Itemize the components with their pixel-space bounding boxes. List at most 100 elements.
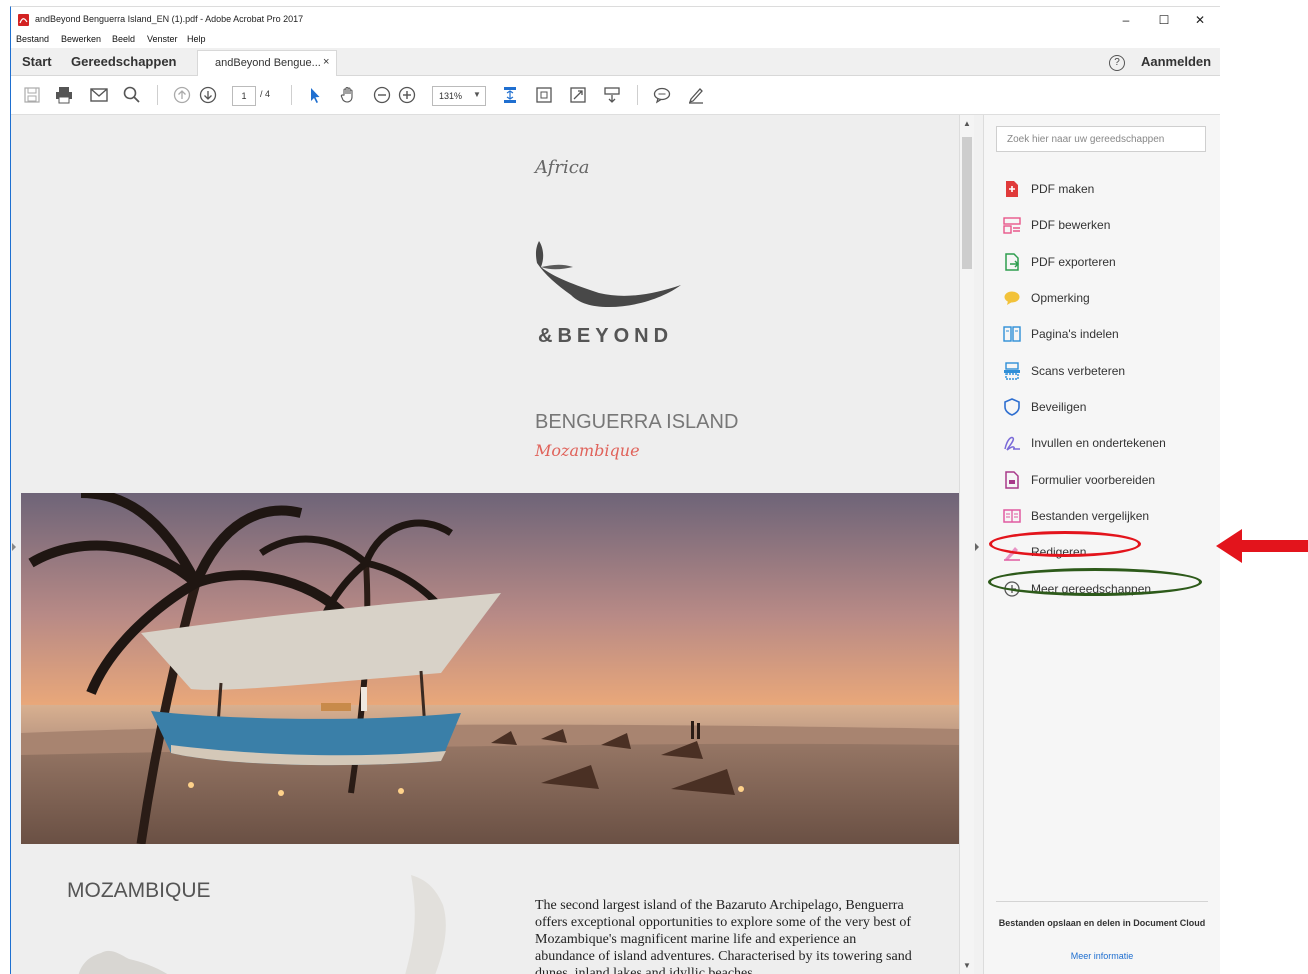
organize-pages-icon <box>1003 326 1021 342</box>
pdf-edit-icon <box>1003 217 1021 234</box>
menu-file[interactable]: Bestand <box>16 34 49 44</box>
tab-tools[interactable]: Gereedschappen <box>71 54 177 69</box>
andbeyond-wordmark: &BEYOND <box>538 325 674 347</box>
read-mode-icon[interactable] <box>602 85 622 105</box>
chevron-down-icon: ▼ <box>473 90 481 99</box>
tools-search-input[interactable]: Zoek hier naar uw gereedschappen <box>996 126 1206 152</box>
menu-view[interactable]: Beeld <box>112 34 135 44</box>
fill-sign-icon <box>1004 436 1020 451</box>
scroll-mode-icon[interactable] <box>500 85 520 105</box>
toolbar-divider <box>291 85 292 105</box>
compare-icon <box>1003 509 1021 523</box>
left-pane-toggle-icon[interactable] <box>12 543 16 551</box>
doc-subheading: Mozambique <box>535 441 640 460</box>
menu-help[interactable]: Help <box>187 34 206 44</box>
menu-edit[interactable]: Bewerken <box>61 34 101 44</box>
beach-dhow-photo <box>21 493 959 844</box>
fullscreen-icon[interactable] <box>568 85 588 105</box>
tool-compare-files[interactable]: Bestanden vergelijken <box>1003 505 1208 527</box>
email-icon[interactable] <box>89 85 109 105</box>
select-cursor-icon[interactable] <box>305 85 325 105</box>
more-info-link[interactable]: Meer informatie <box>996 951 1208 961</box>
tool-enhance-scans[interactable]: Scans verbeteren <box>1003 360 1208 382</box>
shield-icon <box>1004 398 1020 416</box>
page-number-input[interactable]: 1 <box>232 86 256 106</box>
toolbar-divider <box>637 85 638 105</box>
tool-label: PDF maken <box>1031 182 1095 196</box>
tool-create-pdf[interactable]: PDF maken <box>1003 178 1208 200</box>
tool-label: Invullen en ondertekenen <box>1031 436 1166 450</box>
tool-comment[interactable]: Opmerking <box>1003 287 1208 309</box>
highlight-pen-icon[interactable] <box>686 85 706 105</box>
save-icon[interactable] <box>22 85 42 105</box>
signin-button[interactable]: Aanmelden <box>1141 54 1211 69</box>
tool-label: Opmerking <box>1031 291 1090 305</box>
close-button[interactable]: ✕ <box>1183 9 1217 31</box>
doc-region-label: Africa <box>535 157 590 178</box>
andbeyond-bird-logo <box>535 241 681 307</box>
tool-export-pdf[interactable]: PDF exporteren <box>1003 251 1208 273</box>
enhance-scan-icon <box>1004 362 1020 380</box>
tool-edit-pdf[interactable]: PDF bewerken <box>1003 214 1208 236</box>
annotation-red-arrow <box>1216 529 1308 563</box>
zoom-out-icon[interactable] <box>372 85 392 105</box>
fit-page-icon[interactable] <box>534 85 554 105</box>
menu-bar: Bestand Bewerken Beeld Venster Help <box>11 33 1220 48</box>
scroll-down-icon[interactable]: ▼ <box>963 961 971 970</box>
print-icon[interactable] <box>54 85 74 105</box>
doc-heading: BENGUERRA ISLAND <box>535 411 739 433</box>
tool-label: Formulier voorbereiden <box>1031 473 1156 487</box>
scroll-up-icon[interactable]: ▲ <box>963 119 971 128</box>
acrobat-window: andBeyond Benguerra Island_EN (1).pdf - … <box>10 6 1220 974</box>
maximize-button[interactable]: ☐ <box>1147 9 1181 31</box>
tool-label: Scans verbeteren <box>1031 364 1126 378</box>
window-title: andBeyond Benguerra Island_EN (1).pdf - … <box>35 14 304 24</box>
pane-divider <box>996 901 1208 902</box>
tool-label: PDF exporteren <box>1031 255 1116 269</box>
toolbar: 1 / 4 131% ▼ <box>11 76 1220 115</box>
acrobat-app-icon <box>18 14 29 26</box>
help-icon[interactable]: ? <box>1109 55 1125 71</box>
tool-label: PDF bewerken <box>1031 218 1111 232</box>
comment-icon[interactable] <box>652 85 672 105</box>
annotation-red-ellipse <box>989 531 1141 557</box>
zoom-value: 131% <box>439 91 463 101</box>
tab-document[interactable]: andBeyond Bengue... × <box>197 50 337 76</box>
document-cloud-promo: Bestanden opslaan en delen in Document C… <box>998 918 1206 928</box>
scroll-thumb[interactable] <box>962 137 972 269</box>
previous-page-icon[interactable] <box>172 85 192 105</box>
document-view[interactable]: Africa &BEYOND BENGUERRA ISLAND Mozambiq… <box>11 115 959 974</box>
minimize-button[interactable]: – <box>1109 9 1143 31</box>
tab-document-label: andBeyond Bengue... <box>215 57 321 69</box>
hand-tool-icon[interactable] <box>338 85 358 105</box>
pdf-create-icon <box>1006 181 1018 197</box>
tool-prepare-form[interactable]: Formulier voorbereiden <box>1003 469 1208 491</box>
tool-fill-sign[interactable]: Invullen en ondertekenen <box>1003 432 1208 454</box>
pdf-export-icon <box>1005 253 1020 271</box>
tool-label: Pagina's indelen <box>1031 327 1119 341</box>
tool-organize-pages[interactable]: Pagina's indelen <box>1003 323 1208 345</box>
tool-label: Bestanden vergelijken <box>1031 509 1150 523</box>
section-title: MOZAMBIQUE <box>67 879 211 902</box>
map-silhouette <box>78 950 168 974</box>
tab-bar: Start Gereedschappen andBeyond Bengue...… <box>11 48 1220 76</box>
page-total: / 4 <box>260 89 271 99</box>
right-pane-toggle-icon[interactable] <box>975 543 979 551</box>
tool-label: Beveiligen <box>1031 400 1087 414</box>
zoom-in-icon[interactable] <box>397 85 417 105</box>
vertical-scrollbar[interactable]: ▲ ▼ <box>959 115 974 974</box>
doc-body-text: The second largest island of the Bazarut… <box>535 898 912 974</box>
zoom-dropdown[interactable]: 131% ▼ <box>432 86 486 106</box>
map-silhouette <box>405 875 446 974</box>
tab-close-icon[interactable]: × <box>323 56 329 68</box>
comment-icon <box>1004 291 1020 305</box>
annotation-green-ellipse <box>988 568 1202 596</box>
toolbar-divider <box>157 85 158 105</box>
search-icon[interactable] <box>122 85 142 105</box>
title-bar: andBeyond Benguerra Island_EN (1).pdf - … <box>11 7 1220 33</box>
form-icon <box>1005 471 1019 489</box>
menu-window[interactable]: Venster <box>147 34 178 44</box>
next-page-icon[interactable] <box>198 85 218 105</box>
tool-protect[interactable]: Beveiligen <box>1003 396 1208 418</box>
tab-home[interactable]: Start <box>22 54 52 69</box>
